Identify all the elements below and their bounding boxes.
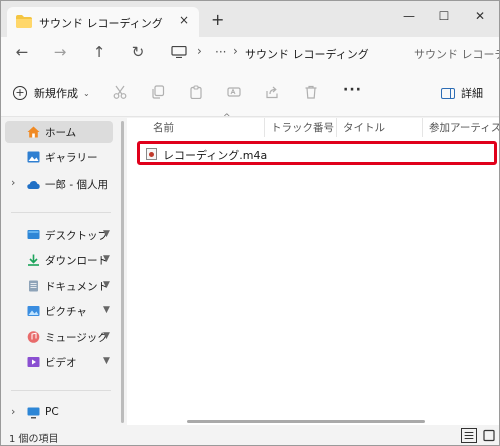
address-field[interactable]: › ··· › サウンド レコーディング bbox=[167, 41, 394, 63]
pin-icon[interactable]: ▼ bbox=[103, 254, 110, 264]
minimize-button[interactable]: — bbox=[397, 6, 421, 26]
cut-icon[interactable] bbox=[113, 85, 127, 99]
sidebar-item-downloads[interactable]: ダウンロード ▼ bbox=[5, 249, 113, 271]
tab-title: サウンド レコーディング bbox=[39, 17, 163, 30]
horizontal-scrollbar[interactable] bbox=[187, 420, 425, 423]
column-name-label: 名前 bbox=[153, 122, 174, 134]
sidebar-item-home[interactable]: ホーム bbox=[5, 121, 113, 143]
search-placeholder: サウンド レコーディング... bbox=[414, 48, 499, 61]
nav-divider bbox=[11, 390, 111, 391]
nav-divider bbox=[11, 212, 111, 213]
copy-icon[interactable] bbox=[151, 85, 165, 99]
sidebar-item-label: PC bbox=[45, 406, 59, 418]
sidebar-item-label: ミュージック bbox=[45, 332, 108, 344]
chevron-down-icon: ⌄ bbox=[83, 88, 90, 98]
new-tab-button[interactable]: + bbox=[211, 10, 224, 29]
home-icon bbox=[27, 126, 40, 138]
gallery-icon bbox=[27, 151, 40, 163]
sidebar-item-videos[interactable]: ビデオ ▼ bbox=[5, 351, 113, 373]
sidebar-item-label: デスクトップ bbox=[45, 230, 108, 242]
file-list-pane: 名前 ^ トラック番号 タイトル 参加アーティスト レコーディング.m4a bbox=[127, 113, 499, 425]
sidebar-item-label: ビデオ bbox=[45, 357, 77, 369]
sidebar-item-music[interactable]: ミュージック ▼ bbox=[5, 326, 113, 348]
sidebar-item-desktop[interactable]: デスクトップ ▼ bbox=[5, 224, 113, 246]
column-track-label: トラック番号 bbox=[271, 122, 334, 134]
videos-icon bbox=[27, 357, 40, 367]
new-button-label: 新規作成 bbox=[34, 87, 78, 100]
close-button[interactable]: ✕ bbox=[468, 6, 492, 26]
new-button[interactable]: + 新規作成 ⌄ bbox=[13, 83, 90, 103]
navigation-pane: ホーム ギャラリー › 一郎 - 個人用 デスクトップ ▼ ダウンロード ▼ ド… bbox=[1, 118, 123, 425]
item-count: 1 個の項目 bbox=[9, 434, 59, 445]
pin-icon[interactable]: ▼ bbox=[103, 229, 110, 239]
sort-ascending-icon: ^ bbox=[223, 113, 231, 123]
sidebar-item-pictures[interactable]: ピクチャ ▼ bbox=[5, 300, 113, 322]
music-icon bbox=[27, 331, 40, 343]
pin-icon[interactable]: ▼ bbox=[103, 305, 110, 315]
sidebar-item-label: ホーム bbox=[45, 127, 77, 139]
pin-icon[interactable]: ▼ bbox=[103, 356, 110, 366]
refresh-button[interactable]: ↻ bbox=[129, 43, 147, 61]
pin-icon[interactable]: ▼ bbox=[103, 331, 110, 341]
plus-icon: + bbox=[13, 86, 27, 100]
chevron-right-icon[interactable]: › bbox=[11, 176, 15, 189]
details-pane-icon bbox=[441, 87, 455, 99]
rename-icon[interactable] bbox=[227, 85, 241, 99]
column-header-track[interactable]: トラック番号 bbox=[265, 118, 337, 137]
pin-icon[interactable]: ▼ bbox=[103, 280, 110, 290]
sidebar-item-label: ダウンロード bbox=[45, 255, 108, 267]
folder-icon bbox=[16, 15, 32, 28]
status-bar: 1 個の項目 bbox=[1, 425, 499, 445]
column-header-name[interactable]: 名前 ^ bbox=[147, 113, 265, 137]
tab-sound-recording[interactable]: サウンド レコーディング × bbox=[7, 7, 199, 37]
tab-close-icon[interactable]: × bbox=[179, 13, 189, 27]
more-options-button[interactable]: ··· bbox=[343, 82, 362, 98]
pc-icon bbox=[171, 46, 187, 58]
chevron-right-icon[interactable]: › bbox=[11, 405, 15, 418]
file-explorer-window: サウンド レコーディング × + — ☐ ✕ ← → ↑ ↻ › ··· › サ… bbox=[0, 0, 500, 446]
sidebar-item-pc[interactable]: › PC bbox=[5, 402, 113, 424]
search-input[interactable]: サウンド レコーディング... bbox=[404, 41, 499, 63]
file-name: レコーディング.m4a bbox=[163, 149, 268, 162]
title-bar: サウンド レコーディング × + — ☐ ✕ bbox=[1, 1, 499, 37]
sidebar-item-onedrive[interactable]: › 一郎 - 個人用 bbox=[5, 173, 113, 195]
breadcrumb-separator-2: › bbox=[233, 44, 238, 58]
address-toolbar: ← → ↑ ↻ › ··· › サウンド レコーディング サウンド レコーディン… bbox=[1, 37, 499, 67]
sidebar-item-label: ギャラリー bbox=[45, 152, 98, 164]
paste-icon[interactable] bbox=[189, 85, 203, 99]
download-icon bbox=[28, 254, 39, 266]
column-artist-label: 参加アーティスト bbox=[429, 122, 499, 134]
up-button[interactable]: ↑ bbox=[90, 43, 108, 61]
details-button[interactable]: 詳細 bbox=[441, 85, 483, 101]
column-title-label: タイトル bbox=[343, 122, 385, 134]
back-button[interactable]: ← bbox=[13, 43, 31, 61]
delete-icon[interactable] bbox=[304, 85, 318, 99]
breadcrumb-current[interactable]: サウンド レコーディング bbox=[245, 46, 369, 62]
file-row-recording[interactable]: レコーディング.m4a bbox=[137, 141, 497, 165]
pictures-icon bbox=[27, 306, 40, 316]
breadcrumb-separator: › bbox=[197, 44, 202, 58]
details-button-label: 詳細 bbox=[461, 87, 483, 100]
column-header-artist[interactable]: 参加アーティスト bbox=[423, 118, 499, 137]
forward-button[interactable]: → bbox=[51, 43, 69, 61]
desktop-icon bbox=[27, 230, 40, 239]
pc-icon bbox=[27, 407, 40, 419]
cloud-icon bbox=[27, 181, 40, 189]
breadcrumb-overflow[interactable]: ··· bbox=[215, 45, 226, 59]
sidebar-item-gallery[interactable]: ギャラリー bbox=[5, 146, 113, 168]
sidebar-item-label: 一郎 - 個人用 bbox=[45, 179, 108, 191]
details-view-icon[interactable] bbox=[461, 428, 477, 443]
nav-scrollbar[interactable] bbox=[121, 121, 124, 423]
audio-file-icon bbox=[146, 148, 157, 160]
sidebar-item-label: ピクチャ bbox=[45, 306, 87, 318]
share-icon[interactable] bbox=[265, 85, 279, 99]
sidebar-item-label: ドキュメント bbox=[45, 281, 108, 293]
documents-icon bbox=[29, 280, 38, 292]
large-icons-view-icon[interactable] bbox=[481, 428, 497, 443]
command-bar: + 新規作成 ⌄ ··· 詳細 bbox=[1, 67, 499, 117]
column-header-title[interactable]: タイトル bbox=[337, 118, 423, 137]
maximize-button[interactable]: ☐ bbox=[432, 6, 456, 26]
sidebar-item-documents[interactable]: ドキュメント ▼ bbox=[5, 275, 113, 297]
